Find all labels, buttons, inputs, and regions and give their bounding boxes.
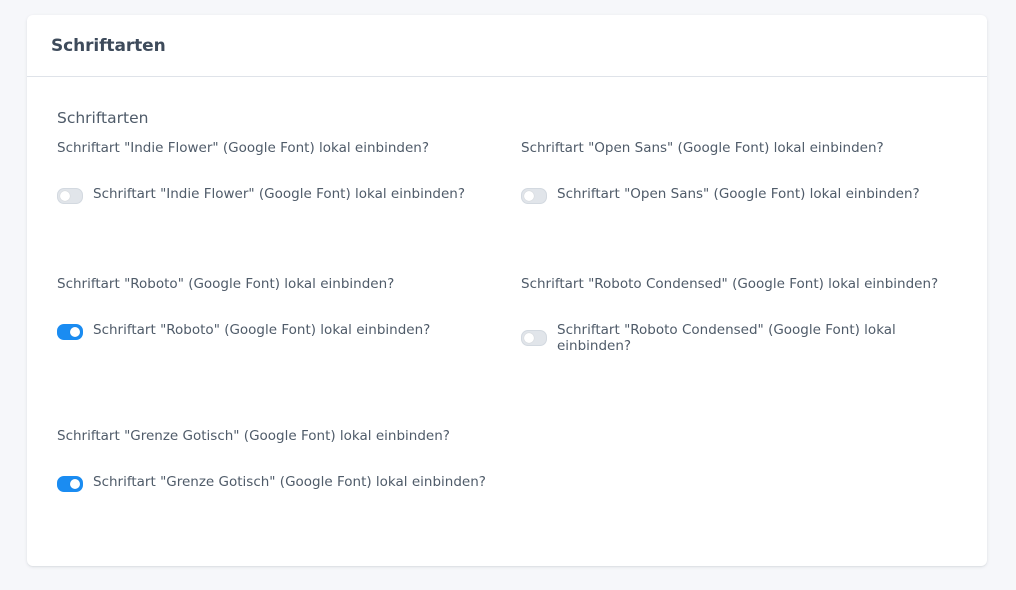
toggle-knob <box>524 333 534 343</box>
toggle-knob <box>70 327 80 337</box>
toggle-row-grenze-gotisch[interactable]: Schriftart "Grenze Gotisch" (Google Font… <box>57 474 487 492</box>
field-grenze-gotisch: Schriftart "Grenze Gotisch" (Google Font… <box>57 427 497 492</box>
toggle-row-roboto-condensed[interactable]: Schriftart "Roboto Condensed" (Google Fo… <box>521 322 921 354</box>
field-roboto: Schriftart "Roboto" (Google Font) lokal … <box>57 275 497 340</box>
toggle-row-indie-flower[interactable]: Schriftart "Indie Flower" (Google Font) … <box>57 186 487 204</box>
toggle-row-open-sans[interactable]: Schriftart "Open Sans" (Google Font) lok… <box>521 186 951 204</box>
field-open-sans: Schriftart "Open Sans" (Google Font) lok… <box>521 139 961 204</box>
fonts-settings-card: Schriftarten Schriftarten Schriftart "In… <box>27 15 987 566</box>
toggle-switch-indie-flower[interactable] <box>57 188 83 204</box>
toggle-knob <box>60 191 70 201</box>
section-heading: Schriftarten <box>57 109 149 127</box>
toggle-knob <box>524 191 534 201</box>
field-label: Schriftart "Roboto" (Google Font) lokal … <box>57 276 395 292</box>
field-label: Schriftart "Roboto Condensed" (Google Fo… <box>521 276 939 292</box>
toggle-knob <box>70 479 80 489</box>
toggle-switch-roboto-condensed[interactable] <box>521 330 547 346</box>
toggle-label[interactable]: Schriftart "Grenze Gotisch" (Google Font… <box>93 474 486 490</box>
toggle-label[interactable]: Schriftart "Roboto Condensed" (Google Fo… <box>557 322 921 354</box>
field-label: Schriftart "Open Sans" (Google Font) lok… <box>521 140 884 156</box>
toggle-switch-grenze-gotisch[interactable] <box>57 476 83 492</box>
toggle-row-roboto[interactable]: Schriftart "Roboto" (Google Font) lokal … <box>57 322 487 340</box>
field-roboto-condensed: Schriftart "Roboto Condensed" (Google Fo… <box>521 275 961 354</box>
toggle-label[interactable]: Schriftart "Roboto" (Google Font) lokal … <box>93 322 430 338</box>
field-indie-flower: Schriftart "Indie Flower" (Google Font) … <box>57 139 497 204</box>
toggle-label[interactable]: Schriftart "Indie Flower" (Google Font) … <box>93 186 465 202</box>
toggle-label[interactable]: Schriftart "Open Sans" (Google Font) lok… <box>557 186 920 202</box>
card-header: Schriftarten <box>27 15 987 77</box>
field-label: Schriftart "Indie Flower" (Google Font) … <box>57 140 430 156</box>
toggle-switch-open-sans[interactable] <box>521 188 547 204</box>
toggle-switch-roboto[interactable] <box>57 324 83 340</box>
card-title: Schriftarten <box>51 35 166 56</box>
field-label: Schriftart "Grenze Gotisch" (Google Font… <box>57 428 450 444</box>
